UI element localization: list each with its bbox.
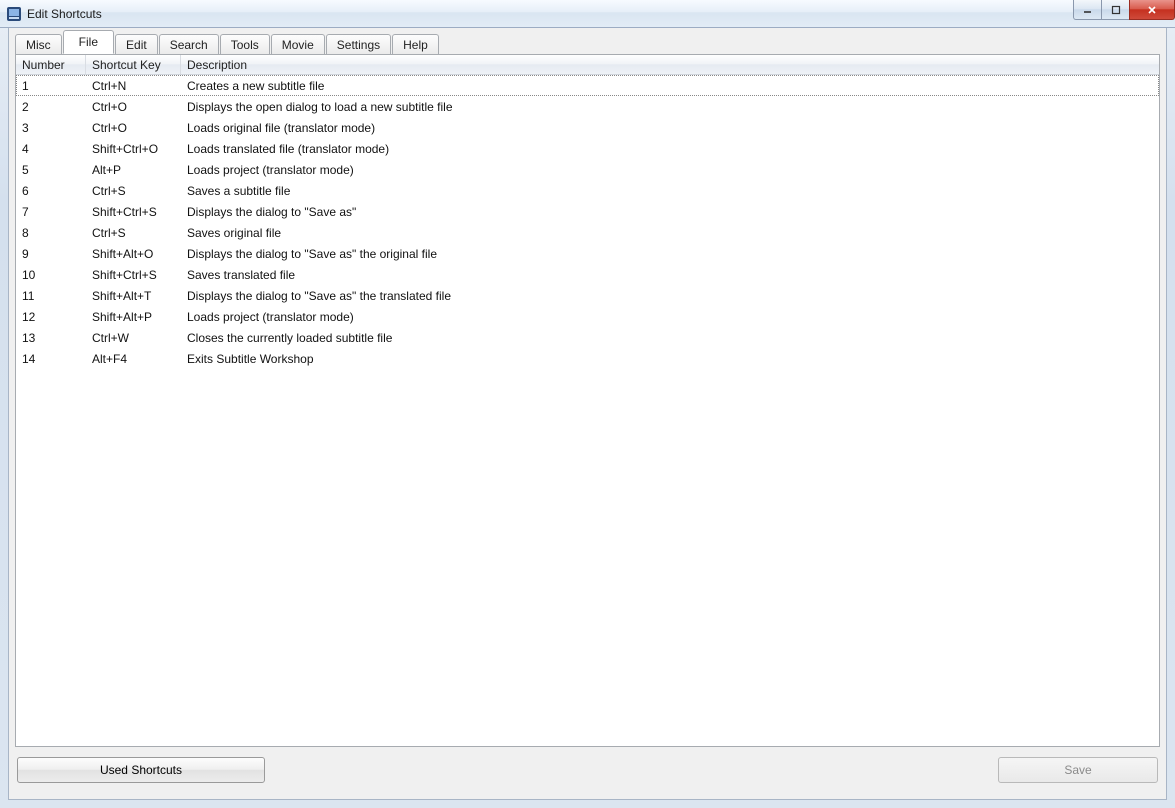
tab-edit[interactable]: Edit	[115, 34, 158, 55]
shortcuts-table: Number Shortcut Key Description 1Ctrl+NC…	[15, 54, 1160, 747]
cell-shortcut: Ctrl+S	[86, 222, 181, 243]
content-area: MiscFileEditSearchToolsMovieSettingsHelp…	[15, 32, 1160, 793]
cell-number: 3	[16, 117, 86, 138]
tab-strip: MiscFileEditSearchToolsMovieSettingsHelp	[15, 32, 1160, 54]
cell-description: Closes the currently loaded subtitle fil…	[181, 327, 1159, 348]
table-row[interactable]: 5Alt+PLoads project (translator mode)	[16, 159, 1159, 180]
maximize-button[interactable]	[1101, 0, 1130, 20]
cell-number: 4	[16, 138, 86, 159]
cell-description: Creates a new subtitle file	[181, 75, 1159, 96]
cell-description: Displays the dialog to "Save as"	[181, 201, 1159, 222]
table-row[interactable]: 4Shift+Ctrl+OLoads translated file (tran…	[16, 138, 1159, 159]
table-row[interactable]: 14Alt+F4Exits Subtitle Workshop	[16, 348, 1159, 369]
cell-description: Saves original file	[181, 222, 1159, 243]
table-row[interactable]: 2Ctrl+ODisplays the open dialog to load …	[16, 96, 1159, 117]
cell-description: Loads translated file (translator mode)	[181, 138, 1159, 159]
tab-misc[interactable]: Misc	[15, 34, 62, 55]
table-row[interactable]: 9Shift+Alt+ODisplays the dialog to "Save…	[16, 243, 1159, 264]
cell-number: 11	[16, 285, 86, 306]
save-button[interactable]: Save	[998, 757, 1158, 783]
cell-description: Saves a subtitle file	[181, 180, 1159, 201]
close-button[interactable]	[1129, 0, 1175, 20]
used-shortcuts-button[interactable]: Used Shortcuts	[17, 757, 265, 783]
tab-file[interactable]: File	[63, 30, 114, 54]
cell-shortcut: Shift+Alt+T	[86, 285, 181, 306]
cell-shortcut: Shift+Alt+P	[86, 306, 181, 327]
table-row[interactable]: 1Ctrl+NCreates a new subtitle file	[16, 75, 1159, 96]
cell-shortcut: Ctrl+O	[86, 96, 181, 117]
app-icon	[6, 6, 22, 22]
table-row[interactable]: 12Shift+Alt+PLoads project (translator m…	[16, 306, 1159, 327]
table-row[interactable]: 11Shift+Alt+TDisplays the dialog to "Sav…	[16, 285, 1159, 306]
cell-number: 5	[16, 159, 86, 180]
cell-shortcut: Alt+F4	[86, 348, 181, 369]
table-body: 1Ctrl+NCreates a new subtitle file2Ctrl+…	[16, 75, 1159, 369]
cell-description: Exits Subtitle Workshop	[181, 348, 1159, 369]
cell-number: 10	[16, 264, 86, 285]
cell-number: 1	[16, 75, 86, 96]
cell-shortcut: Shift+Ctrl+S	[86, 264, 181, 285]
column-header-description[interactable]: Description	[181, 55, 1159, 74]
cell-shortcut: Ctrl+N	[86, 75, 181, 96]
cell-number: 9	[16, 243, 86, 264]
cell-number: 12	[16, 306, 86, 327]
window-title: Edit Shortcuts	[27, 7, 102, 21]
tab-tools[interactable]: Tools	[220, 34, 270, 55]
cell-description: Displays the open dialog to load a new s…	[181, 96, 1159, 117]
cell-shortcut: Shift+Ctrl+S	[86, 201, 181, 222]
minimize-button[interactable]	[1073, 0, 1102, 20]
table-row[interactable]: 10Shift+Ctrl+SSaves translated file	[16, 264, 1159, 285]
bottom-bar: Used Shortcuts Save	[15, 747, 1160, 793]
cell-description: Displays the dialog to "Save as" the tra…	[181, 285, 1159, 306]
cell-description: Loads original file (translator mode)	[181, 117, 1159, 138]
window-controls	[1074, 0, 1175, 20]
titlebar: Edit Shortcuts	[0, 0, 1175, 28]
table-row[interactable]: 3Ctrl+OLoads original file (translator m…	[16, 117, 1159, 138]
cell-number: 14	[16, 348, 86, 369]
cell-shortcut: Shift+Ctrl+O	[86, 138, 181, 159]
cell-shortcut: Ctrl+W	[86, 327, 181, 348]
cell-number: 7	[16, 201, 86, 222]
cell-shortcut: Ctrl+S	[86, 180, 181, 201]
tab-settings[interactable]: Settings	[326, 34, 391, 55]
cell-description: Saves translated file	[181, 264, 1159, 285]
table-row[interactable]: 6Ctrl+SSaves a subtitle file	[16, 180, 1159, 201]
cell-number: 8	[16, 222, 86, 243]
cell-description: Displays the dialog to "Save as" the ori…	[181, 243, 1159, 264]
tab-help[interactable]: Help	[392, 34, 439, 55]
cell-number: 2	[16, 96, 86, 117]
cell-number: 6	[16, 180, 86, 201]
table-row[interactable]: 8Ctrl+SSaves original file	[16, 222, 1159, 243]
tab-search[interactable]: Search	[159, 34, 219, 55]
column-header-number[interactable]: Number	[16, 55, 86, 74]
table-header: Number Shortcut Key Description	[16, 55, 1159, 75]
cell-shortcut: Ctrl+O	[86, 117, 181, 138]
column-header-shortcut[interactable]: Shortcut Key	[86, 55, 181, 74]
window-body: MiscFileEditSearchToolsMovieSettingsHelp…	[8, 28, 1167, 800]
cell-number: 13	[16, 327, 86, 348]
tab-movie[interactable]: Movie	[271, 34, 325, 55]
cell-shortcut: Alt+P	[86, 159, 181, 180]
cell-description: Loads project (translator mode)	[181, 306, 1159, 327]
cell-description: Loads project (translator mode)	[181, 159, 1159, 180]
cell-shortcut: Shift+Alt+O	[86, 243, 181, 264]
table-row[interactable]: 7Shift+Ctrl+SDisplays the dialog to "Sav…	[16, 201, 1159, 222]
table-row[interactable]: 13Ctrl+WCloses the currently loaded subt…	[16, 327, 1159, 348]
